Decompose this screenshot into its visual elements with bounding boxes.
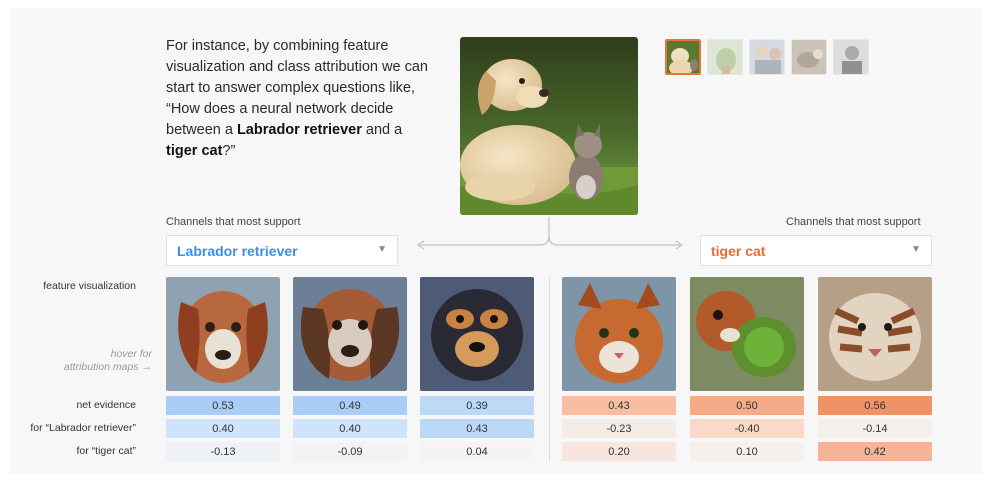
feature-visualization-5[interactable] <box>690 277 804 391</box>
net-evidence-cell: 0.50 <box>690 396 804 415</box>
net-evidence-cell: 0.39 <box>420 396 534 415</box>
net-evidence-cell: 0.49 <box>293 396 407 415</box>
net-evidence-cell: 0.53 <box>166 396 280 415</box>
hover-hint: hover for attribution maps → <box>16 348 152 374</box>
chevron-down-icon: ▼ <box>377 244 387 255</box>
labrador-class-select[interactable]: Labrador retriever ▼ <box>166 235 398 266</box>
hover-hint-line: attribution maps → <box>63 361 152 373</box>
tiger-evidence-cell: -0.09 <box>293 442 407 461</box>
tiger-evidence-cell: -0.13 <box>166 442 280 461</box>
labrador-evidence-cell: -0.40 <box>690 419 804 438</box>
tiger-evidence-label: for “tiger cat” <box>76 445 136 457</box>
net-evidence-cell: 0.56 <box>818 396 932 415</box>
labrador-evidence-label: for “Labrador retriever” <box>30 422 136 434</box>
dog-ear-visualization <box>293 277 407 391</box>
feature-visualization-2[interactable] <box>293 277 407 391</box>
dog-snout-visualization <box>420 277 534 391</box>
feature-visualization-3[interactable] <box>420 277 534 391</box>
labrador-evidence-cell: 0.43 <box>420 419 534 438</box>
tiger-class-select[interactable]: tiger cat ▼ <box>700 235 932 266</box>
feature-visualization-6[interactable] <box>818 277 932 391</box>
tiger-evidence-cell: 0.20 <box>562 442 676 461</box>
cat-face-visualization <box>562 277 676 391</box>
net-evidence-label: net evidence <box>76 399 136 411</box>
tiger-evidence-cell: 0.42 <box>818 442 932 461</box>
labrador-evidence-cell: 0.40 <box>166 419 280 438</box>
selected-class-label: Labrador retriever <box>177 242 298 259</box>
dog-face-visualization <box>166 277 280 391</box>
tiger-stripes-visualization <box>818 277 932 391</box>
selected-class-label: tiger cat <box>711 242 766 259</box>
mixed-animal-visualization <box>690 277 804 391</box>
feature-visualization-1[interactable] <box>166 277 280 391</box>
chevron-down-icon: ▼ <box>911 244 921 255</box>
feature-visualization-4[interactable] <box>562 277 676 391</box>
tiger-evidence-cell: 0.10 <box>690 442 804 461</box>
hover-hint-line: hover for <box>110 348 152 360</box>
feature-visualization-label: feature visualization <box>43 280 136 292</box>
labrador-evidence-cell: -0.23 <box>562 419 676 438</box>
column-divider <box>549 277 550 462</box>
labrador-evidence-cell: 0.40 <box>293 419 407 438</box>
tiger-evidence-cell: 0.04 <box>420 442 534 461</box>
labrador-evidence-cell: -0.14 <box>818 419 932 438</box>
net-evidence-cell: 0.43 <box>562 396 676 415</box>
left-support-label: Channels that most support <box>166 216 301 228</box>
right-support-label: Channels that most support <box>786 216 921 228</box>
